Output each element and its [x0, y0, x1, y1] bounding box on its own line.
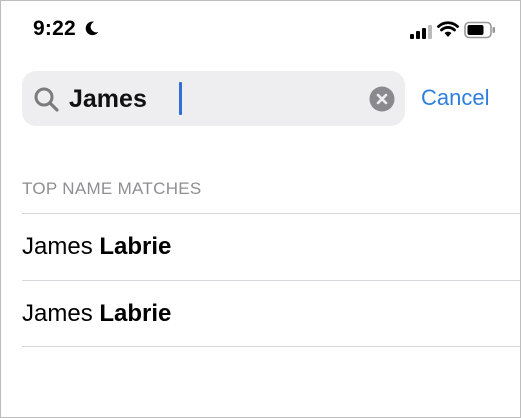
search-input[interactable]: James — [69, 84, 154, 114]
search-field[interactable]: James — [22, 71, 405, 126]
result-first-name: James — [22, 300, 93, 327]
status-time: 9:22 — [33, 17, 76, 40]
result-last-name: Labrie — [99, 233, 172, 260]
text-cursor — [179, 82, 182, 115]
divider — [22, 346, 520, 347]
moon-icon — [85, 21, 99, 36]
clear-circle-icon[interactable] — [369, 86, 395, 112]
result-last-name: Labrie — [99, 300, 172, 327]
cellular-signal-icon — [410, 25, 432, 39]
result-row[interactable]: James Labrie — [22, 214, 520, 280]
wifi-icon — [437, 21, 459, 37]
phone-screen: 9:22 James Cancel TOP NAME MATCHES James… — [0, 0, 521, 418]
search-row: James Cancel — [1, 71, 520, 127]
result-first-name: James — [22, 233, 93, 260]
section-header: TOP NAME MATCHES — [22, 179, 202, 198]
battery-icon — [464, 21, 495, 39]
cancel-button[interactable]: Cancel — [421, 84, 489, 112]
search-icon — [34, 87, 59, 112]
status-bar: 9:22 — [1, 1, 520, 59]
result-row[interactable]: James Labrie — [22, 281, 520, 347]
